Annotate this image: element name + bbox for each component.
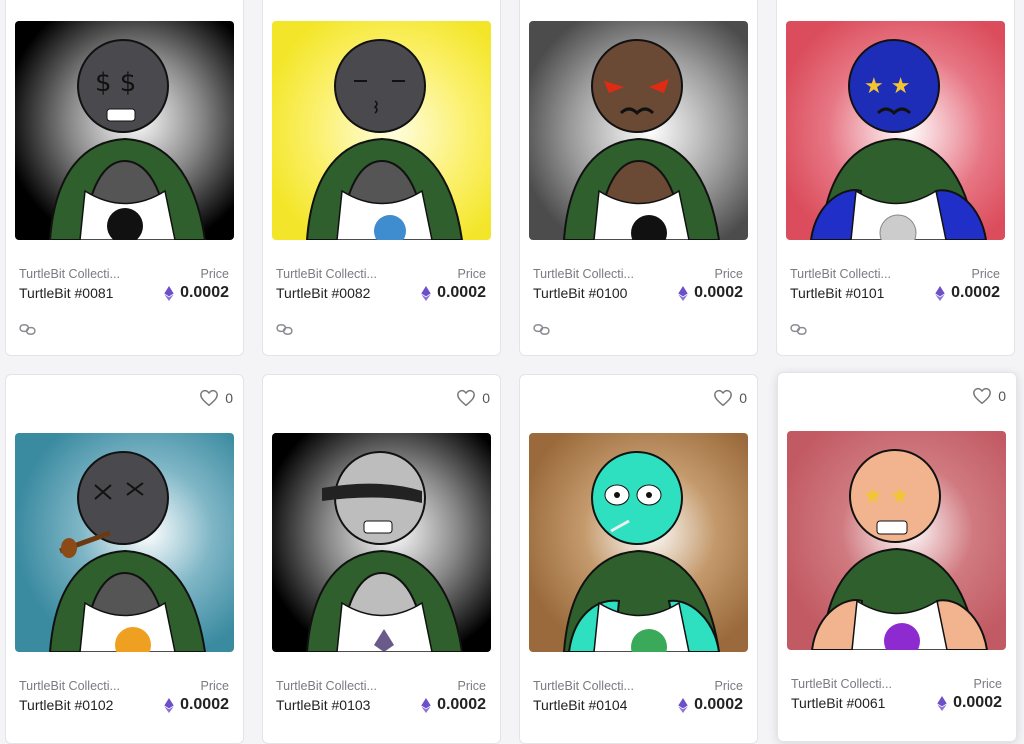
like-count: 0	[739, 390, 747, 406]
heart-outline-icon[interactable]	[199, 389, 219, 407]
svg-text:★ ★: ★ ★	[864, 74, 910, 99]
collection-name: TurtleBit Collecti...	[533, 679, 634, 693]
like-count: 0	[998, 388, 1006, 404]
nft-card[interactable]: 0 TurtleBit Collecti... Price TurtleBit …	[519, 374, 758, 744]
price-label: Price	[714, 679, 743, 693]
nft-artwork[interactable]	[15, 433, 234, 652]
ethereum-icon	[164, 698, 174, 713]
price-label: Price	[973, 677, 1002, 691]
nft-price: 0.0002	[937, 694, 1002, 712]
price-label: Price	[714, 267, 743, 281]
collection-name: TurtleBit Collecti...	[19, 267, 120, 281]
like-button[interactable]: 0	[972, 387, 1006, 405]
nft-price: 0.0002	[164, 696, 229, 714]
price-label: Price	[971, 267, 1000, 281]
nft-price: 0.0002	[421, 696, 486, 714]
link-chain-icon[interactable]	[276, 323, 293, 336]
ethereum-icon	[421, 286, 431, 301]
nft-price: 0.0002	[935, 284, 1000, 302]
heart-outline-icon[interactable]	[972, 387, 992, 405]
link-chain-icon[interactable]	[533, 323, 550, 336]
collection-name: TurtleBit Collecti...	[791, 677, 892, 691]
like-button[interactable]: 0	[456, 389, 490, 407]
ethereum-icon	[935, 286, 945, 301]
ethereum-icon	[164, 286, 174, 301]
ethereum-icon	[678, 698, 688, 713]
nft-card[interactable]: TurtleBit Collecti... Price TurtleBit #0…	[519, 0, 758, 356]
nft-name[interactable]: TurtleBit #0100	[533, 285, 627, 301]
collection-name: TurtleBit Collecti...	[790, 267, 891, 281]
price-label: Price	[200, 267, 229, 281]
collection-name: TurtleBit Collecti...	[276, 267, 377, 281]
nft-card[interactable]: 0 TurtleBit Collecti... Price TurtleBit …	[262, 374, 501, 744]
price-label: Price	[457, 267, 486, 281]
nft-card[interactable]: TurtleBit Collecti... Price TurtleBit #0…	[262, 0, 501, 356]
nft-name[interactable]: TurtleBit #0081	[19, 285, 113, 301]
heart-outline-icon[interactable]	[456, 389, 476, 407]
nft-name[interactable]: TurtleBit #0101	[790, 285, 884, 301]
price-label: Price	[200, 679, 229, 693]
ethereum-icon	[937, 696, 947, 711]
nft-name[interactable]: TurtleBit #0082	[276, 285, 370, 301]
like-count: 0	[482, 390, 490, 406]
price-label: Price	[457, 679, 486, 693]
nft-price: 0.0002	[421, 284, 486, 302]
collection-name: TurtleBit Collecti...	[19, 679, 120, 693]
nft-price: 0.0002	[164, 284, 229, 302]
nft-artwork[interactable]: ★ ★	[787, 431, 1006, 650]
like-button[interactable]: 0	[199, 389, 233, 407]
nft-name[interactable]: TurtleBit #0102	[19, 697, 113, 713]
svg-text:★ ★: ★ ★	[863, 484, 909, 509]
nft-artwork[interactable]: $ $	[15, 21, 234, 240]
nft-card[interactable]: ★ ★ TurtleBit Collecti... Price TurtleBi…	[776, 0, 1015, 356]
link-chain-icon[interactable]	[790, 323, 807, 336]
nft-artwork[interactable]: ★ ★	[786, 21, 1005, 240]
collection-name: TurtleBit Collecti...	[533, 267, 634, 281]
nft-artwork[interactable]	[272, 433, 491, 652]
nft-name[interactable]: TurtleBit #0061	[791, 695, 885, 711]
like-count: 0	[225, 390, 233, 406]
svg-text:$ $: $ $	[95, 68, 136, 98]
nft-name[interactable]: TurtleBit #0103	[276, 697, 370, 713]
nft-card[interactable]: $ $ TurtleBit Collecti... Price TurtleBi…	[5, 0, 244, 356]
like-button[interactable]: 0	[713, 389, 747, 407]
heart-outline-icon[interactable]	[713, 389, 733, 407]
nft-card[interactable]: 0 ★ ★ TurtleBit Collecti... Price Turtle…	[777, 372, 1017, 742]
ethereum-icon	[421, 698, 431, 713]
collection-name: TurtleBit Collecti...	[276, 679, 377, 693]
nft-card[interactable]: 0 TurtleBit Collecti... Price TurtleBit …	[5, 374, 244, 744]
nft-price: 0.0002	[678, 284, 743, 302]
nft-artwork[interactable]	[529, 433, 748, 652]
link-chain-icon[interactable]	[19, 323, 36, 336]
nft-price: 0.0002	[678, 696, 743, 714]
nft-artwork[interactable]	[272, 21, 491, 240]
ethereum-icon	[678, 286, 688, 301]
nft-name[interactable]: TurtleBit #0104	[533, 697, 627, 713]
nft-artwork[interactable]	[529, 21, 748, 240]
